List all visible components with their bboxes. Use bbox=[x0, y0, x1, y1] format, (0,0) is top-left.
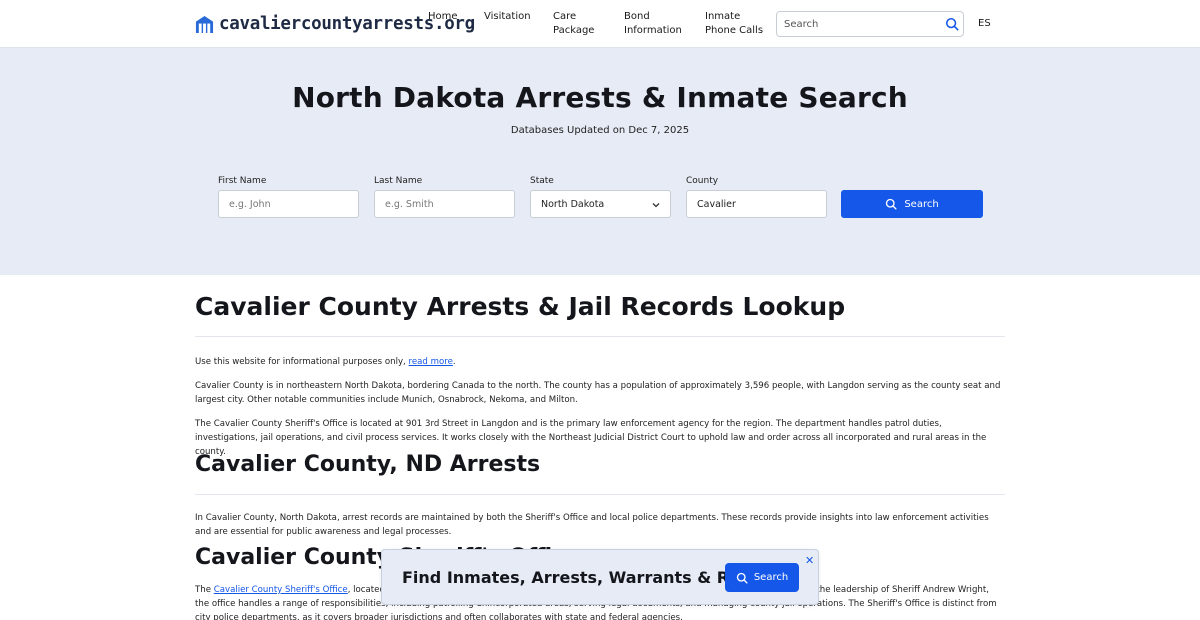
search-icon bbox=[886, 198, 897, 210]
intro-paragraph: Cavalier County is in northeastern North… bbox=[195, 381, 1001, 405]
county-field bbox=[686, 190, 827, 218]
language-toggle[interactable]: ES bbox=[978, 18, 991, 29]
disclaimer-end: . bbox=[452, 357, 456, 367]
hero-search-button[interactable]: Search bbox=[841, 190, 983, 218]
search-promo-banner: Find Inmates, Arrests, Warrants & Record… bbox=[381, 549, 819, 605]
last-name-input[interactable] bbox=[375, 191, 514, 217]
nav-care-package[interactable]: Care Package bbox=[553, 10, 594, 38]
first-name-label: First Name bbox=[218, 176, 267, 186]
nav-bond-information[interactable]: Bond Information bbox=[624, 10, 682, 38]
first-name-field bbox=[218, 190, 359, 218]
header-search-input[interactable] bbox=[777, 12, 937, 37]
banner-search-label: Search bbox=[753, 572, 789, 583]
site-header: cavaliercountyarrests.org Home Visitatio… bbox=[0, 0, 1200, 48]
last-name-label: Last Name bbox=[374, 176, 423, 186]
page-title: Cavalier County Arrests & Jail Records L… bbox=[195, 292, 846, 321]
sheriff-office-link[interactable]: Cavalier County Sheriff's Office bbox=[214, 585, 348, 595]
database-updated-date: Databases Updated on Dec 7, 2025 bbox=[510, 125, 690, 136]
chevron-down-icon bbox=[652, 203, 660, 208]
arrests-heading: Cavalier County, ND Arrests bbox=[195, 452, 541, 477]
nav-home[interactable]: Home bbox=[428, 10, 458, 24]
disclaimer: Use this website for informational purpo… bbox=[195, 355, 1005, 369]
banner-search-button[interactable]: Search bbox=[725, 563, 799, 592]
search-icon[interactable] bbox=[945, 17, 959, 31]
divider bbox=[195, 494, 1005, 495]
state-select[interactable]: North Dakota bbox=[530, 190, 671, 218]
first-name-input[interactable] bbox=[219, 191, 358, 217]
sheriff-text-start: The bbox=[195, 585, 214, 595]
state-selected-value: North Dakota bbox=[541, 199, 605, 210]
close-icon[interactable]: ✕ bbox=[805, 554, 814, 567]
hero-search-section: North Dakota Arrests & Inmate Search Dat… bbox=[0, 48, 1200, 275]
county-label: County bbox=[686, 176, 719, 186]
hero-search-button-label: Search bbox=[904, 198, 939, 210]
disclaimer-text: Use this website for informational purpo… bbox=[195, 357, 409, 367]
arrests-paragraph: In Cavalier County, North Dakota, arrest… bbox=[195, 513, 989, 537]
header-search bbox=[776, 11, 964, 37]
building-icon bbox=[195, 15, 214, 33]
divider bbox=[195, 336, 1005, 337]
nav-visitation[interactable]: Visitation bbox=[484, 10, 531, 24]
county-input[interactable] bbox=[687, 191, 826, 217]
last-name-field bbox=[374, 190, 515, 218]
search-icon bbox=[736, 572, 748, 584]
nav-inmate-phone-calls[interactable]: Inmate Phone Calls bbox=[705, 10, 763, 38]
state-label: State bbox=[530, 176, 554, 186]
hero-title: North Dakota Arrests & Inmate Search bbox=[292, 81, 908, 114]
read-more-link[interactable]: read more bbox=[409, 357, 453, 367]
